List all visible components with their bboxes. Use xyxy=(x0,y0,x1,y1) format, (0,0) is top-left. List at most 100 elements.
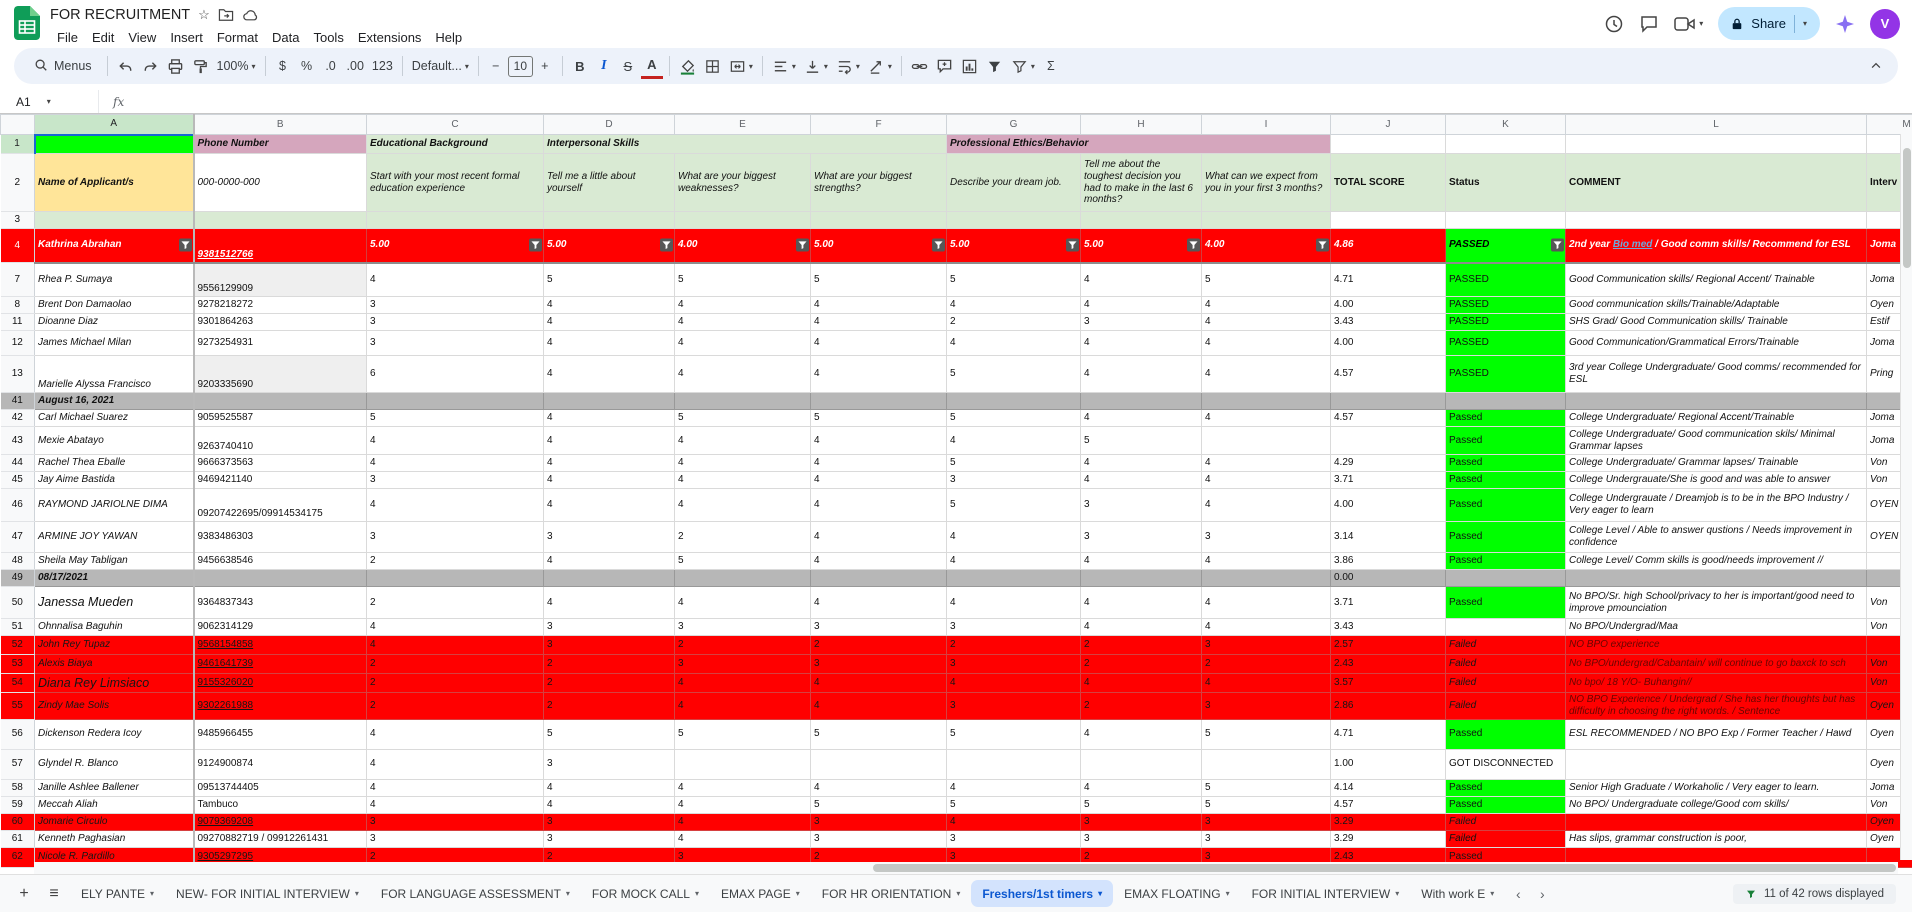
column-header-L[interactable]: L xyxy=(1565,114,1867,135)
cell-A57[interactable]: Glyndel R. Blanco xyxy=(34,749,195,780)
cell-I50[interactable]: 4 xyxy=(1201,586,1331,619)
row-header-1[interactable]: 1 xyxy=(0,134,35,154)
cell-J42[interactable]: 4.57 xyxy=(1330,409,1446,427)
cell-A50[interactable]: Janessa Mueden xyxy=(34,586,195,619)
row-header-58[interactable]: 58 xyxy=(0,779,35,797)
cell-D51[interactable]: 3 xyxy=(543,618,675,636)
sheet-tab-freshers-1st-timers[interactable]: Freshers/1st timers ▾ xyxy=(971,880,1114,907)
cell-D61[interactable]: 3 xyxy=(543,830,675,848)
cell-D45[interactable]: 4 xyxy=(543,471,675,489)
cell-G44[interactable]: 5 xyxy=(946,454,1081,472)
sheet-tab-emax-floating[interactable]: EMAX FLOATING ▾ xyxy=(1113,880,1240,907)
cell-B54[interactable]: 9155326020 xyxy=(193,673,367,693)
create-filter-button[interactable] xyxy=(982,53,1007,79)
cell-I53[interactable]: 2 xyxy=(1201,654,1331,674)
cell-B46[interactable]: 09207422695/09914534175 xyxy=(193,488,367,522)
cell-A55[interactable]: Zindy Mae Solis xyxy=(34,692,195,720)
cell-D57[interactable]: 3 xyxy=(543,749,675,780)
cell-H54[interactable]: 4 xyxy=(1080,673,1202,693)
cell-B3[interactable] xyxy=(193,211,367,229)
cell-L8[interactable]: Good communication skills/Trainable/Adap… xyxy=(1565,296,1867,314)
strikethrough-button[interactable]: S xyxy=(616,53,640,79)
cell-E57[interactable] xyxy=(674,749,811,780)
cell-H7[interactable]: 4 xyxy=(1080,262,1202,297)
cell-H48[interactable]: 4 xyxy=(1080,552,1202,570)
cell-H3[interactable] xyxy=(1080,211,1202,229)
cell-G1[interactable]: Professional Ethics/Behavior xyxy=(946,134,1331,154)
cell-H42[interactable]: 4 xyxy=(1080,409,1202,427)
cell-D47[interactable]: 3 xyxy=(543,521,675,553)
cell-F46[interactable]: 4 xyxy=(810,488,947,522)
row-header-47[interactable]: 47 xyxy=(0,521,35,553)
cell-L60[interactable] xyxy=(1565,813,1867,831)
cell-E7[interactable]: 5 xyxy=(674,262,811,297)
cell-E8[interactable]: 4 xyxy=(674,296,811,314)
cell-H2[interactable]: Tell me about the toughest decision you … xyxy=(1080,153,1202,212)
cell-D4[interactable]: 5.00 xyxy=(543,228,675,264)
cell-H13[interactable]: 4 xyxy=(1080,355,1202,393)
horizontal-scrollbar[interactable] xyxy=(34,862,1898,874)
cell-G50[interactable]: 4 xyxy=(946,586,1081,619)
cell-F56[interactable]: 5 xyxy=(810,719,947,750)
row-header-51[interactable]: 51 xyxy=(0,618,35,636)
cell-B13[interactable]: 9203335690 xyxy=(193,355,367,393)
cell-L48[interactable]: College Level/ Comm skills is good/needs… xyxy=(1565,552,1867,570)
cell-E42[interactable]: 5 xyxy=(674,409,811,427)
cell-B42[interactable]: 9059525587 xyxy=(193,409,367,427)
cell-I41[interactable] xyxy=(1201,392,1331,410)
cell-B11[interactable]: 9301864263 xyxy=(193,313,367,331)
cell-J46[interactable]: 4.00 xyxy=(1330,488,1446,522)
cell-L44[interactable]: College Undergraduate/ Grammar lapses/ T… xyxy=(1565,454,1867,472)
cell-L45[interactable]: College Undergrauate/She is good and was… xyxy=(1565,471,1867,489)
cell-D43[interactable]: 4 xyxy=(543,426,675,455)
cell-A43[interactable]: Mexie Abatayo xyxy=(34,426,195,455)
cell-J55[interactable]: 2.86 xyxy=(1330,692,1446,720)
cell-C41[interactable] xyxy=(366,392,544,410)
cell-E13[interactable]: 4 xyxy=(674,355,811,393)
sheet-tab-for-initial-interview[interactable]: FOR INITIAL INTERVIEW ▾ xyxy=(1241,880,1411,907)
cell-D52[interactable]: 3 xyxy=(543,635,675,655)
cell-L46[interactable]: College Undergrauate / Dreamjob is to be… xyxy=(1565,488,1867,522)
cell-G49[interactable] xyxy=(946,569,1081,587)
cell-F3[interactable] xyxy=(810,211,947,229)
cell-A7[interactable]: Rhea P. Sumaya xyxy=(34,262,195,297)
cell-A60[interactable]: Jomarie Circulo xyxy=(34,813,195,831)
column-header-B[interactable]: B xyxy=(193,114,367,135)
cell-B1[interactable]: Phone Number xyxy=(193,134,367,154)
cell-J48[interactable]: 3.86 xyxy=(1330,552,1446,570)
cell-L61[interactable]: Has slips, grammar construction is poor, xyxy=(1565,830,1867,848)
cell-E12[interactable]: 4 xyxy=(674,330,811,356)
cell-D12[interactable]: 4 xyxy=(543,330,675,356)
cell-K4[interactable]: PASSED xyxy=(1445,228,1566,264)
cell-G13[interactable]: 5 xyxy=(946,355,1081,393)
cell-B7[interactable]: 9556129909 xyxy=(193,262,367,297)
cell-L55[interactable]: NO BPO Experience / Undergrad / She has … xyxy=(1565,692,1867,720)
cell-H61[interactable]: 3 xyxy=(1080,830,1202,848)
cell-G41[interactable] xyxy=(946,392,1081,410)
cell-C49[interactable] xyxy=(366,569,544,587)
filter-button-icon[interactable] xyxy=(178,238,192,252)
cell-B53[interactable]: 9461641739 xyxy=(193,654,367,674)
row-header-62[interactable]: 62 xyxy=(0,847,35,868)
cell-J13[interactable]: 4.57 xyxy=(1330,355,1446,393)
cell-A12[interactable]: James Michael Milan xyxy=(34,330,195,356)
hide-toolbar-icon[interactable] xyxy=(1864,53,1888,79)
cell-C54[interactable]: 2 xyxy=(366,673,544,693)
cell-I55[interactable]: 3 xyxy=(1201,692,1331,720)
cell-J57[interactable]: 1.00 xyxy=(1330,749,1446,780)
cell-C3[interactable] xyxy=(366,211,544,229)
cell-E41[interactable] xyxy=(674,392,811,410)
cell-J8[interactable]: 4.00 xyxy=(1330,296,1446,314)
cell-A42[interactable]: Carl Michael Suarez xyxy=(34,409,195,427)
menu-file[interactable]: File xyxy=(50,29,85,46)
cell-L1[interactable] xyxy=(1565,134,1867,154)
cell-H55[interactable]: 2 xyxy=(1080,692,1202,720)
cell-J2[interactable]: TOTAL SCORE xyxy=(1330,153,1446,212)
cell-G51[interactable]: 3 xyxy=(946,618,1081,636)
version-history-icon[interactable] xyxy=(1604,14,1624,34)
cell-J54[interactable]: 3.57 xyxy=(1330,673,1446,693)
menu-data[interactable]: Data xyxy=(265,29,306,46)
row-header-44[interactable]: 44 xyxy=(0,454,35,472)
cell-G47[interactable]: 4 xyxy=(946,521,1081,553)
cell-A59[interactable]: Meccah Aliah xyxy=(34,796,195,814)
